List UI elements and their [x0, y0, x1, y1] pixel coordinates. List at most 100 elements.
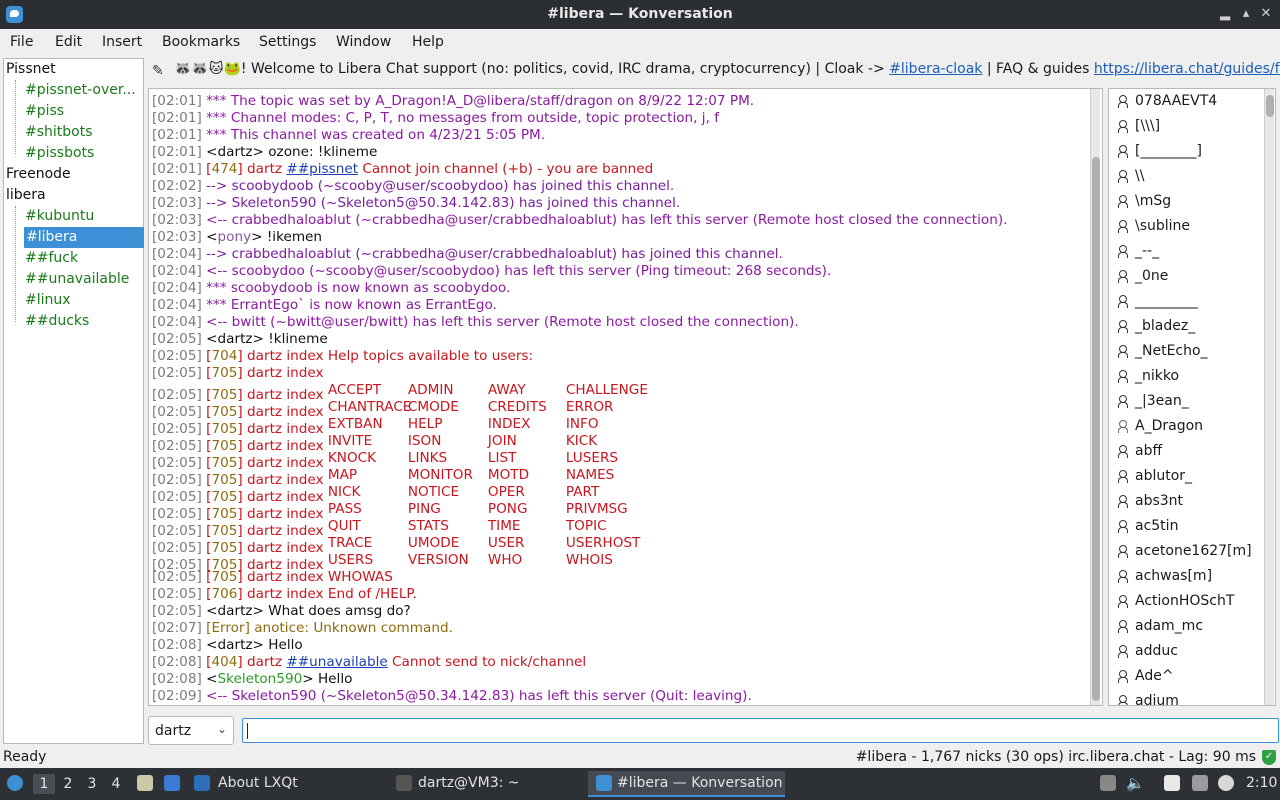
nick-list-item[interactable]: _|3ean_: [1109, 389, 1259, 414]
file-manager-icon[interactable]: [137, 775, 153, 791]
secure-connection-icon[interactable]: ✓: [1262, 750, 1276, 765]
nick-list-item[interactable]: Ade^: [1109, 664, 1259, 689]
chat-scrollbar[interactable]: [1090, 89, 1100, 705]
nick-list-item[interactable]: adduc: [1109, 639, 1259, 664]
channel-link[interactable]: ##pissnet: [286, 161, 358, 177]
task-terminal[interactable]: dartz@VM3: ~: [388, 771, 583, 797]
nick-list-item[interactable]: A_Dragon: [1109, 414, 1259, 439]
menu-bookmarks[interactable]: Bookmarks: [162, 34, 240, 50]
server-freenode[interactable]: Freenode: [4, 164, 143, 185]
nick-list-item[interactable]: ActionHOSchT: [1109, 589, 1259, 614]
nick-list-item[interactable]: _________: [1109, 289, 1259, 314]
nick-list-item[interactable]: adam_mc: [1109, 614, 1259, 639]
nicklist-scrollbar[interactable]: [1264, 89, 1274, 705]
nick-list-item[interactable]: [________]: [1109, 139, 1259, 164]
help-columns: PASS PING PONG PRIVMSG: [328, 501, 668, 518]
edit-topic-pencil-icon[interactable]: ✎: [152, 63, 164, 79]
nick-list-item[interactable]: ablutor_: [1109, 464, 1259, 489]
menu-edit[interactable]: Edit: [55, 34, 82, 50]
chat-line: [02:05] [705] dartz index TRACE UMODE USER…: [152, 535, 668, 556]
channel-item[interactable]: #shitbots: [4, 122, 143, 143]
show-desktop-icon[interactable]: [164, 775, 180, 791]
help-topic: NAMES: [565, 467, 615, 483]
minimize-button[interactable]: ▂: [1217, 5, 1233, 23]
nick-list-item[interactable]: _0ne: [1109, 264, 1259, 289]
channel-item[interactable]: #pissbots: [4, 143, 143, 164]
channel-item[interactable]: #kubuntu: [4, 206, 143, 227]
user-icon: [1118, 195, 1128, 208]
nick-list[interactable]: 078AAEVT4 [\\\] [________] \\ \mSg \subline _-…: [1108, 88, 1276, 706]
menu-file[interactable]: File: [10, 34, 33, 50]
channel-item[interactable]: #linux: [4, 290, 143, 311]
eject-icon[interactable]: [1100, 775, 1116, 791]
menu-settings[interactable]: Settings: [259, 34, 316, 50]
nick-list-item[interactable]: _NetEcho_: [1109, 339, 1259, 364]
nick-name: abs3nt: [1135, 493, 1184, 509]
reply-code: Error: [211, 620, 245, 636]
menu-help[interactable]: Help: [412, 34, 444, 50]
task-konversation[interactable]: #libera — Konversation: [588, 771, 785, 797]
message-input[interactable]: [242, 718, 1279, 743]
workspace-2[interactable]: 2: [57, 774, 79, 794]
channel-item[interactable]: ##unavailable: [4, 269, 143, 290]
chat-line: [02:01] [474] dartz ##pissnet Cannot joi…: [152, 161, 653, 178]
timestamp: [02:08]: [152, 637, 202, 653]
reply-text: anotice: Unknown command.: [249, 620, 453, 636]
clipboard-icon[interactable]: [1164, 775, 1180, 791]
nick-name[interactable]: dartz: [218, 331, 253, 347]
start-menu-icon[interactable]: [7, 775, 23, 791]
help-topic: USERHOST: [565, 535, 641, 551]
workspace-3[interactable]: 3: [81, 774, 103, 794]
topic-link-guides[interactable]: https://libera.chat/guides/fa...: [1094, 61, 1280, 77]
maximize-button[interactable]: ▴: [1238, 5, 1254, 23]
channel-item[interactable]: ##ducks: [4, 311, 143, 332]
timestamp: [02:02]: [152, 178, 202, 194]
workspace-1[interactable]: 1: [33, 774, 55, 794]
nick-list-item[interactable]: adium: [1109, 689, 1259, 705]
close-button[interactable]: ✕: [1258, 5, 1274, 23]
nick-list-item[interactable]: acetone1627[m]: [1109, 539, 1259, 564]
channel-item[interactable]: #libera: [24, 227, 144, 248]
reply-tail: Cannot send to nick/channel: [387, 654, 587, 670]
nick-name[interactable]: Skeleton590: [218, 671, 303, 687]
task-about-lxqt[interactable]: About LXQt: [188, 771, 378, 797]
nick-list-item[interactable]: abff: [1109, 439, 1259, 464]
nick-list-item[interactable]: ac5tin: [1109, 514, 1259, 539]
channel-item[interactable]: #pissnet-over...: [4, 80, 143, 101]
nicklist-scrollbar-thumb[interactable]: [1266, 95, 1274, 117]
nick-name[interactable]: dartz: [218, 603, 253, 619]
channel-link[interactable]: ##unavailable: [286, 654, 387, 670]
chat-line: [02:05] [705] dartz index WHOWAS: [152, 569, 393, 586]
server-libera[interactable]: libera: [4, 185, 143, 206]
nick-list-item[interactable]: 078AAEVT4: [1109, 89, 1259, 114]
volume-icon[interactable]: 🔈: [1126, 774, 1145, 792]
display-icon[interactable]: [1192, 775, 1208, 791]
menu-window[interactable]: Window: [336, 34, 391, 50]
chat-view[interactable]: [02:01] *** The topic was set by A_Drago…: [148, 88, 1103, 706]
chat-scrollbar-thumb[interactable]: [1092, 157, 1100, 701]
network-icon[interactable]: [1218, 775, 1234, 791]
nickname-selector[interactable]: dartz ⌄: [148, 716, 234, 745]
nick-name[interactable]: dartz: [218, 144, 253, 160]
menu-insert[interactable]: Insert: [102, 34, 142, 50]
nick-name[interactable]: dartz: [218, 637, 253, 653]
workspace-4[interactable]: 4: [105, 774, 127, 794]
nick-list-item[interactable]: \subline: [1109, 214, 1259, 239]
nick-list-item[interactable]: \\: [1109, 164, 1259, 189]
topic-link-libera-cloak[interactable]: #libera-cloak: [889, 61, 982, 77]
help-topic: STATS: [407, 518, 449, 534]
clock[interactable]: 2:10: [1246, 775, 1277, 791]
nick-list-item[interactable]: \mSg: [1109, 189, 1259, 214]
nick-list-item[interactable]: _--_: [1109, 239, 1259, 264]
channel-item[interactable]: #piss: [4, 101, 143, 122]
server-pissnet[interactable]: Pissnet: [4, 59, 143, 80]
nick-list-item[interactable]: achwas[m]: [1109, 564, 1259, 589]
nick-list-item[interactable]: _nikko: [1109, 364, 1259, 389]
nick-list-item[interactable]: _bladez_: [1109, 314, 1259, 339]
nick-list-item[interactable]: abs3nt: [1109, 489, 1259, 514]
nick-name[interactable]: pony: [218, 229, 252, 245]
channel-item[interactable]: ##fuck: [4, 248, 143, 269]
nick-name: _--_: [1135, 243, 1160, 259]
nick-list-item[interactable]: [\\\]: [1109, 114, 1259, 139]
chat-line: [02:05] [705] dartz index INVITE ISON JOIN…: [152, 433, 668, 454]
